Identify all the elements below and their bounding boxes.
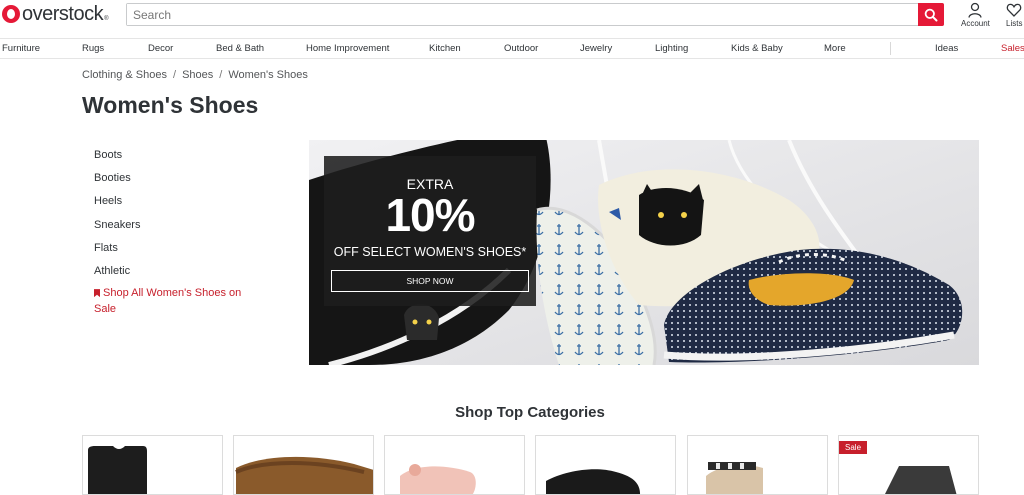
sidebar-item-booties[interactable]: Booties — [94, 171, 264, 194]
category-card-flats[interactable] — [384, 435, 525, 495]
search-input[interactable] — [127, 4, 918, 25]
promo-subtitle: OFF SELECT WOMEN'S SHOES* — [333, 245, 527, 259]
sidebar-sale-link[interactable]: Shop All Women's Shoes on Sale — [94, 286, 264, 317]
sidebar-item-boots[interactable]: Boots — [94, 148, 264, 171]
nav-item-kitchen[interactable]: Kitchen — [429, 43, 461, 54]
promo-percent: 10% — [385, 189, 475, 241]
lists-button[interactable]: Lists — [1006, 2, 1022, 28]
nav-item-decor[interactable]: Decor — [148, 43, 173, 54]
sandal-image — [235, 456, 373, 494]
category-card-sandals[interactable] — [233, 435, 374, 495]
nav-item-rugs[interactable]: Rugs — [82, 43, 104, 54]
nav-divider — [890, 42, 891, 55]
search-button[interactable] — [918, 3, 944, 26]
shop-top-categories-heading: Shop Top Categories — [455, 404, 605, 421]
shop-now-button[interactable]: SHOP NOW — [331, 270, 529, 292]
nav-item-jewelry[interactable]: Jewelry — [580, 43, 612, 54]
breadcrumb-separator: / — [173, 69, 177, 81]
sidebar-item-athletic[interactable]: Athletic — [94, 264, 264, 287]
account-button[interactable]: Account — [961, 2, 990, 28]
category-nav: Furniture Rugs Decor Bed & Bath Home Imp… — [0, 38, 1024, 59]
heart-icon — [1006, 3, 1022, 17]
category-card-sale[interactable]: Sale — [838, 435, 979, 495]
page-title: Women's Shoes — [82, 92, 259, 118]
sale-badge: Sale — [839, 441, 868, 454]
nav-item-furniture[interactable]: Furniture — [2, 43, 40, 54]
heel-image — [706, 462, 763, 494]
nav-item-more[interactable]: More — [824, 43, 846, 54]
logo-trademark: ® — [104, 16, 109, 22]
search-bar — [126, 3, 944, 26]
sidebar-sale-label: Shop All Women's Shoes on Sale — [94, 287, 242, 315]
category-sidebar: Boots Booties Heels Sneakers Flats Athle… — [94, 148, 264, 317]
black-shoe-image — [546, 469, 640, 494]
category-card-heels[interactable] — [687, 435, 828, 495]
nav-item-home-improvement[interactable]: Home Improvement — [306, 43, 389, 54]
nav-item-ideas[interactable]: Ideas — [935, 43, 958, 54]
nav-item-bed-bath[interactable]: Bed & Bath — [216, 43, 264, 54]
breadcrumb-separator: / — [219, 69, 223, 81]
account-icon — [968, 2, 983, 18]
lists-label: Lists — [1006, 19, 1023, 28]
site-header: overstock ® Account Lists — [0, 0, 1024, 30]
sale-tag-icon — [94, 289, 100, 298]
pink-shoe-image — [400, 464, 476, 494]
account-label: Account — [961, 19, 990, 28]
sidebar-item-heels[interactable]: Heels — [94, 194, 264, 217]
category-card-sneakers[interactable] — [535, 435, 676, 495]
sidebar-item-flats[interactable]: Flats — [94, 241, 264, 264]
promo-banner[interactable]: EXTRA 10% OFF SELECT WOMEN'S SHOES* SHOP… — [309, 140, 979, 365]
search-icon — [924, 8, 938, 21]
logo-mark-icon — [2, 5, 20, 23]
breadcrumb-clothing-shoes[interactable]: Clothing & Shoes — [82, 69, 167, 81]
breadcrumb-shoes[interactable]: Shoes — [182, 69, 213, 81]
sidebar-item-sneakers[interactable]: Sneakers — [94, 218, 264, 241]
breadcrumb: Clothing & Shoes / Shoes / Women's Shoes — [82, 69, 308, 81]
nav-item-lighting[interactable]: Lighting — [655, 43, 688, 54]
nav-item-sales[interactable]: Sales — [1001, 43, 1024, 54]
category-card-boots[interactable] — [82, 435, 223, 495]
logo-text: overstock — [22, 3, 104, 25]
nav-item-kids-baby[interactable]: Kids & Baby — [731, 43, 783, 54]
boot-image — [88, 446, 147, 494]
nav-item-outdoor[interactable]: Outdoor — [504, 43, 538, 54]
breadcrumb-womens-shoes[interactable]: Women's Shoes — [228, 69, 308, 81]
promo-overlay: EXTRA 10% OFF SELECT WOMEN'S SHOES* SHOP… — [324, 156, 536, 306]
overstock-logo[interactable]: overstock ® — [2, 2, 109, 26]
